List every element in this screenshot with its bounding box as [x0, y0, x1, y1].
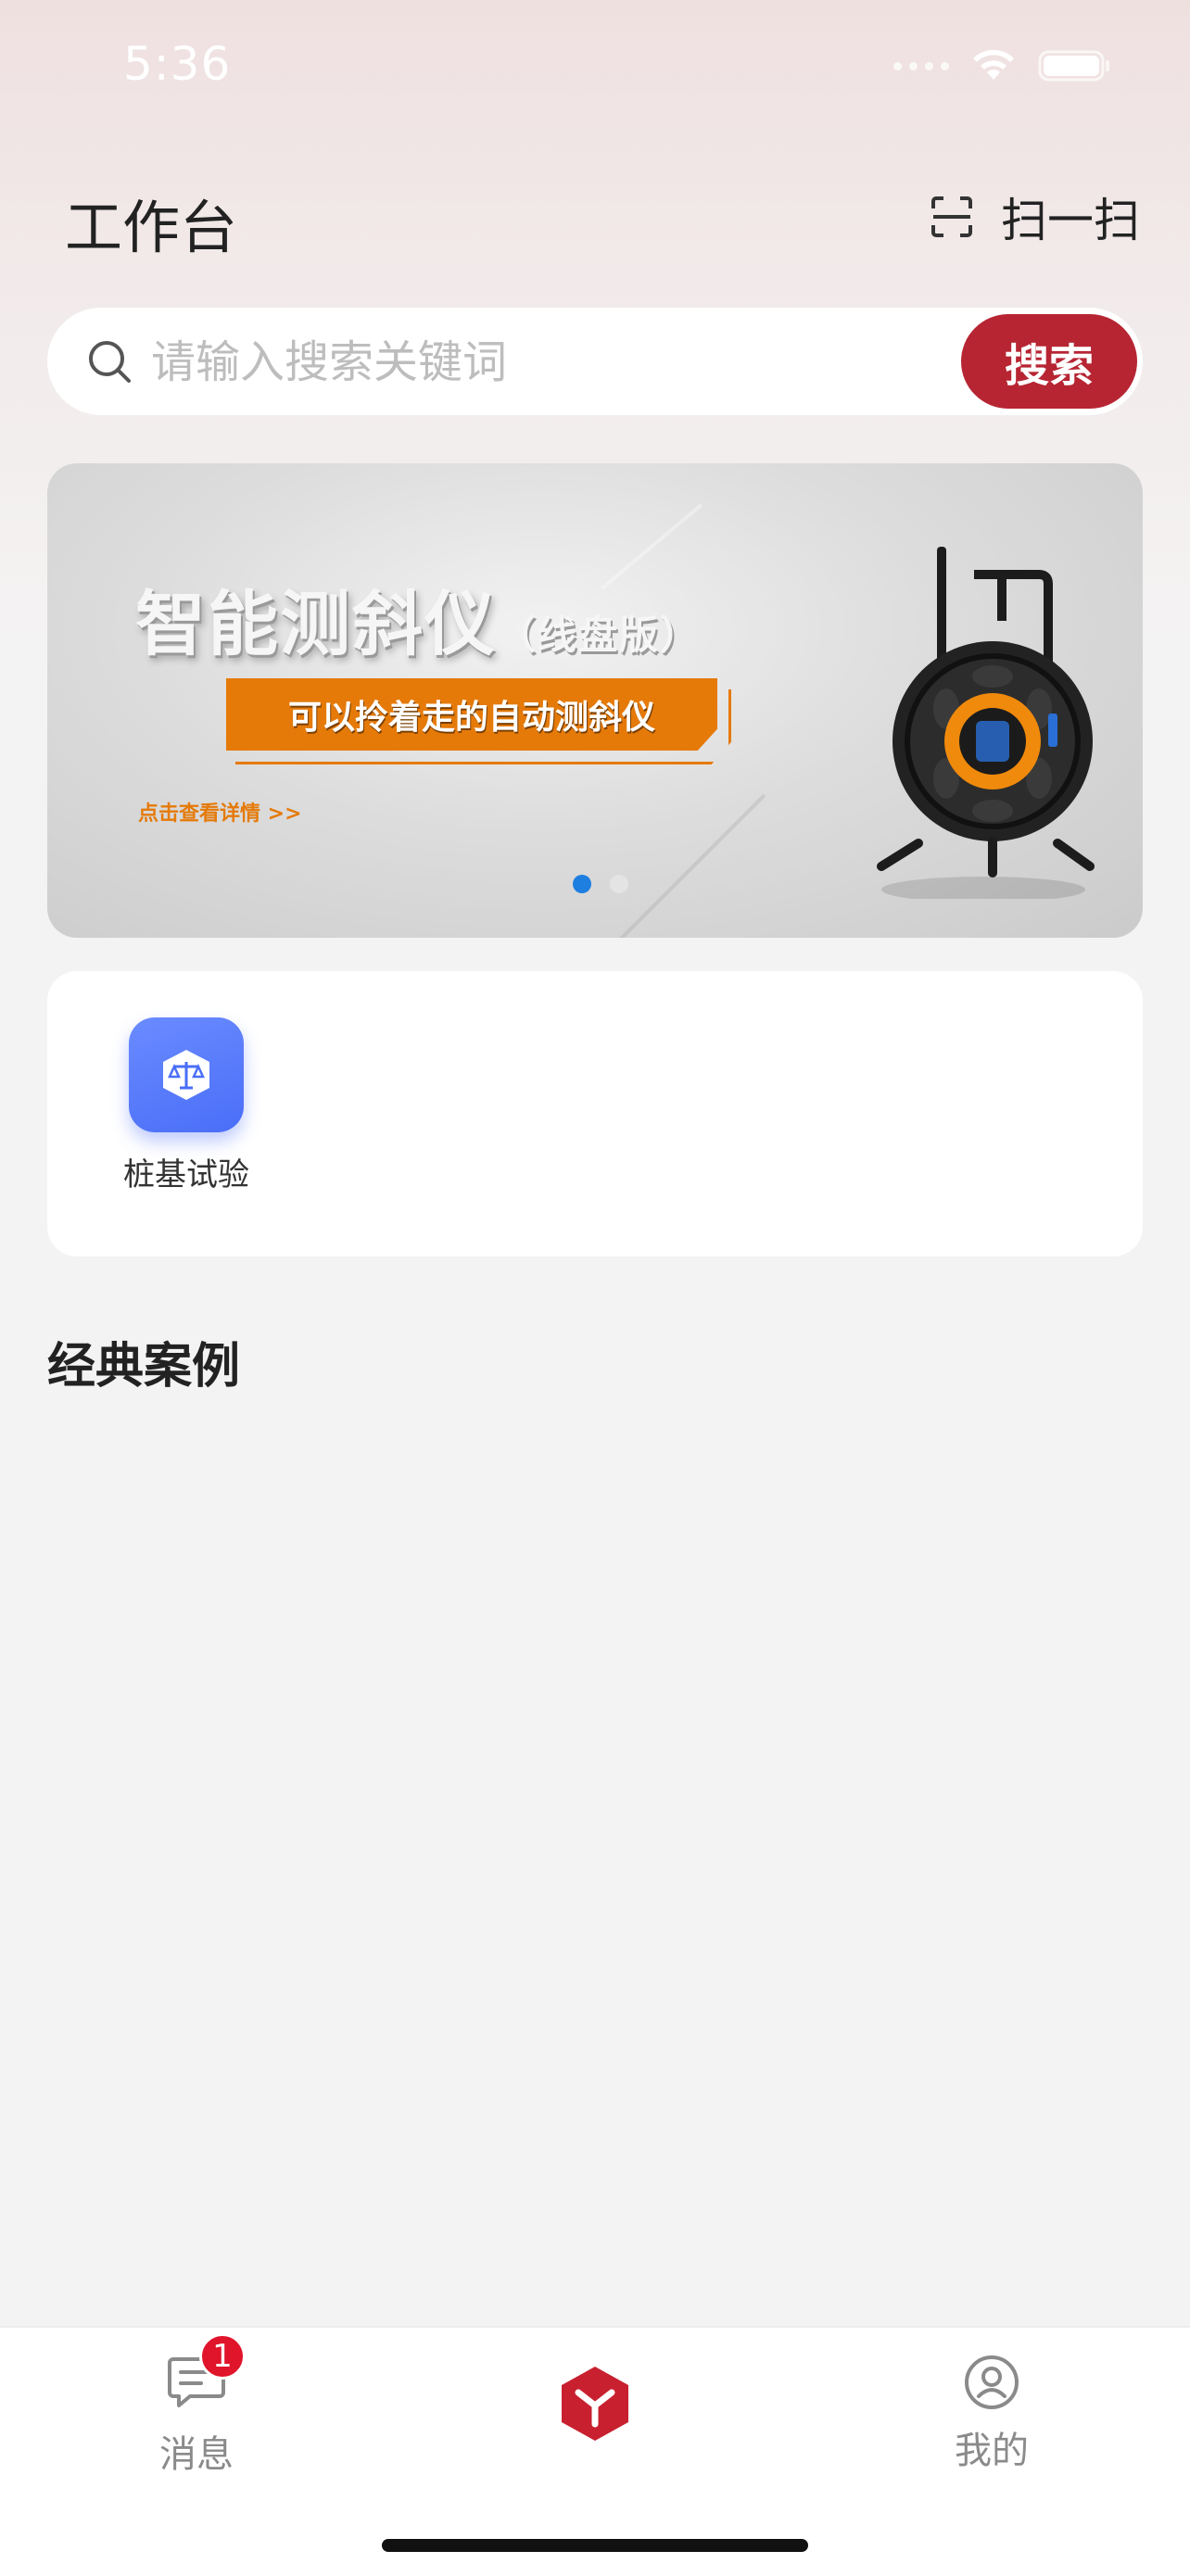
tab-profile[interactable]: 我的	[899, 2354, 1084, 2474]
app-icon-tile	[129, 1017, 244, 1132]
unread-badge: 1	[199, 2333, 246, 2380]
battery-icon	[1038, 50, 1109, 82]
apps-grid: 桩基试验	[47, 971, 1143, 1256]
status-time: 5:36	[123, 37, 232, 91]
banner-title-suffix: （线盘版）	[497, 612, 702, 658]
banner-title: 智能测斜仪（线盘版）	[135, 567, 701, 669]
pagination-dot-active[interactable]	[573, 875, 591, 893]
page-title: 工作台	[65, 194, 238, 261]
profile-icon	[965, 2355, 1019, 2409]
cable-reel-device-image	[877, 547, 1095, 899]
search-icon	[89, 341, 131, 383]
tab-label-messages: 消息	[159, 2433, 234, 2476]
scale-shield-icon	[163, 1050, 209, 1100]
banner-ribbon: 可以拎着走的自动测斜仪	[226, 678, 717, 751]
app-label: 桩基试验	[123, 1156, 249, 1193]
cellular-signal-icon	[893, 61, 949, 70]
home-logo-icon	[562, 2367, 628, 2441]
search-bar: 搜索	[47, 308, 1143, 415]
scan-label: 扫一扫	[1001, 194, 1140, 247]
scan-button[interactable]: 扫一扫	[930, 183, 1140, 250]
promo-banner[interactable]: 智能测斜仪（线盘版） 可以拎着走的自动测斜仪 点击查看详情 >>	[47, 463, 1143, 938]
tab-messages[interactable]: 1 消息	[104, 2333, 289, 2478]
search-input[interactable]	[149, 326, 987, 398]
tab-home[interactable]	[549, 2365, 641, 2446]
banner-title-main: 智能测斜仪	[135, 583, 497, 665]
status-indicators	[893, 48, 1112, 83]
pagination-dot[interactable]	[610, 875, 628, 893]
section-title-classic-cases: 经典案例	[47, 1339, 241, 1395]
banner-pagination	[47, 875, 1143, 893]
banner-decoration	[592, 793, 766, 938]
tab-label-profile: 我的	[955, 2430, 1029, 2472]
home-indicator[interactable]	[382, 2539, 808, 2552]
banner-details-link[interactable]: 点击查看详情 >>	[138, 797, 302, 827]
wifi-icon	[973, 49, 1014, 80]
search-button[interactable]: 搜索	[961, 314, 1137, 409]
app-item-pile-test[interactable]: 桩基试验	[114, 1017, 259, 1194]
scan-icon	[931, 196, 972, 237]
